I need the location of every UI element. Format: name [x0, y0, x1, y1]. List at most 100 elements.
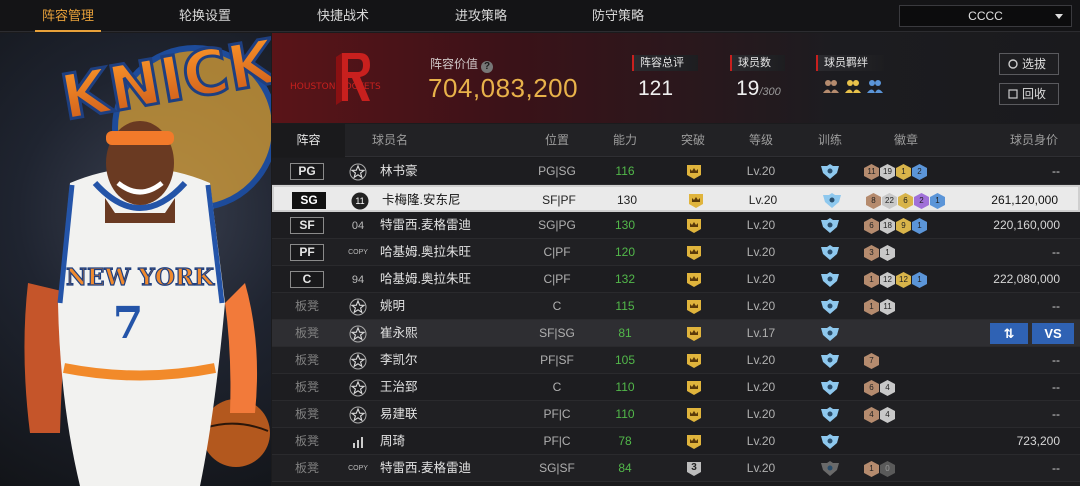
- col-breakthrough: 突破: [680, 133, 705, 147]
- table-row[interactable]: 板凳 李凯尔 PF|SF 105 Lv.20 7 --: [272, 347, 1080, 374]
- player-position: C: [552, 299, 562, 313]
- badge-medals[interactable]: 44: [864, 407, 895, 423]
- player-position: SF|SG: [539, 326, 575, 340]
- crown-icon[interactable]: [685, 326, 703, 342]
- medal-bronze-icon: 4: [864, 407, 879, 423]
- blue-chem-icon: [867, 80, 883, 93]
- tab-defense-strategy[interactable]: 防守策略: [563, 0, 673, 32]
- training-icon[interactable]: [822, 193, 842, 208]
- training-icon[interactable]: [820, 461, 840, 476]
- crown-icon[interactable]: [685, 299, 703, 315]
- crown-icon[interactable]: [685, 272, 703, 288]
- tab-lineup-management[interactable]: 阵容管理: [13, 0, 123, 32]
- player-rating: 110: [615, 380, 635, 394]
- badge-medals[interactable]: 1 11: [864, 299, 895, 315]
- col-rating: 能力: [612, 133, 637, 147]
- table-row[interactable]: 板凳 易建联 PF|C 110 Lv.20 4 4 --: [272, 401, 1080, 428]
- player-name[interactable]: 哈基姆.奥拉朱旺: [380, 266, 471, 293]
- player-name[interactable]: 特雷西.麦格雷迪: [380, 212, 471, 239]
- training-icon[interactable]: [820, 434, 840, 449]
- table-row[interactable]: PF COPY 哈基姆.奥拉朱旺 C|PF 120 Lv.20 3 1 --: [272, 239, 1080, 266]
- training-icon[interactable]: [820, 245, 840, 260]
- medal-blue-icon: 1: [912, 218, 927, 234]
- crown-icon[interactable]: [685, 407, 703, 423]
- player-name[interactable]: 李凯尔: [380, 347, 418, 374]
- player-name[interactable]: 王治郅: [380, 374, 418, 401]
- table-row[interactable]: 板凳 崔永熙 SF|SG 81 Lv.17 ⇅ VS: [272, 320, 1080, 347]
- chemistry-icons[interactable]: [816, 77, 884, 95]
- crown-icon[interactable]: [685, 434, 703, 450]
- training-icon[interactable]: [820, 353, 840, 368]
- table-header: 阵容 球员名 位置 能力 突破 等级 训练 徽章 球员身价: [272, 124, 1080, 157]
- crown-icon[interactable]: [687, 193, 705, 209]
- player-rating: 81: [618, 326, 632, 340]
- table-row[interactable]: 板凳 姚明 C 115 Lv.20 1 11 --: [272, 293, 1080, 320]
- player-name[interactable]: 哈基姆.奥拉朱旺: [380, 239, 471, 266]
- table-row[interactable]: SG 11 卡梅隆.安东尼 SF|PF 130 Lv.20 8 22 6 2 1 261,120,00…: [272, 185, 1080, 212]
- badge-medals[interactable]: 31: [864, 245, 895, 261]
- badge-medals[interactable]: 7: [864, 353, 879, 369]
- crown-icon[interactable]: [685, 164, 703, 180]
- table-row[interactable]: 板凳 周琦 PF|C 78 Lv.20 723,200: [272, 428, 1080, 455]
- badge-medals[interactable]: 1 12 12 1: [864, 272, 927, 288]
- player-position: C|PF: [543, 272, 571, 286]
- player-name[interactable]: 易建联: [380, 401, 418, 428]
- training-icon[interactable]: [820, 218, 840, 233]
- bronze-chem-icon: [823, 80, 839, 93]
- badge-medals[interactable]: 10: [864, 461, 895, 477]
- crown-icon[interactable]: [685, 218, 703, 234]
- training-icon[interactable]: [820, 272, 840, 287]
- player-name[interactable]: 姚明: [380, 293, 405, 320]
- training-icon[interactable]: [820, 380, 840, 395]
- bench-slot: 板凳: [294, 407, 319, 421]
- crown-icon[interactable]: [685, 245, 703, 261]
- player-name[interactable]: 崔永熙: [380, 320, 418, 347]
- player-position: C|PF: [543, 245, 571, 259]
- col-training: 训练: [817, 133, 842, 147]
- training-icon[interactable]: [820, 407, 840, 422]
- select-button[interactable]: 选拔: [999, 53, 1059, 75]
- crown-icon[interactable]: [685, 353, 703, 369]
- table-row[interactable]: PG 林书豪 PG|SG 116 Lv.20 11 19 1 2 --: [272, 158, 1080, 185]
- badge-medals[interactable]: 6 18 9 1: [864, 218, 927, 234]
- player-name[interactable]: 林书豪: [380, 158, 418, 185]
- table-row[interactable]: C 94 哈基姆.奥拉朱旺 C|PF 132 Lv.20 1 12 12 1 222,080,000: [272, 266, 1080, 293]
- compare-vs-button[interactable]: VS: [1032, 323, 1074, 344]
- player-level: Lv.20: [748, 193, 778, 207]
- recycle-button[interactable]: 回收: [999, 83, 1059, 105]
- player-name[interactable]: 周琦: [380, 428, 405, 455]
- breakthrough-level[interactable]: 3: [685, 461, 703, 477]
- player-rating: 120: [614, 245, 636, 259]
- player-name[interactable]: 卡梅隆.安东尼: [382, 187, 460, 214]
- badge-medals[interactable]: 8 22 6 2 1: [866, 193, 945, 209]
- player-rating: 78: [618, 434, 632, 448]
- training-icon[interactable]: [820, 299, 840, 314]
- training-icon[interactable]: [820, 326, 840, 341]
- player-position: PG|SG: [538, 164, 576, 178]
- bench-slot: 板凳: [294, 326, 319, 340]
- recycle-icon: [1008, 89, 1018, 99]
- swap-button[interactable]: ⇅: [990, 323, 1028, 344]
- table-row[interactable]: 板凳 王治郅 C 110 Lv.20 6 4 --: [272, 374, 1080, 401]
- medal-gold-icon: 1: [896, 164, 911, 180]
- tab-rotation-settings[interactable]: 轮换设置: [150, 0, 260, 32]
- player-name[interactable]: 特雷西.麦格雷迪: [380, 455, 471, 482]
- table-row[interactable]: 板凳 COPY 特雷西.麦格雷迪 SG|SF 84 3 Lv.20 1 0 --: [272, 455, 1080, 482]
- top-nav: 阵容管理 轮换设置 快捷战术 进攻策略 防守策略 CCCC: [0, 0, 1080, 32]
- player-value: 222,080,000: [993, 272, 1060, 286]
- medal-silver-icon: 12: [880, 272, 895, 288]
- player-level: Lv.20: [746, 272, 776, 286]
- crown-icon[interactable]: [685, 380, 703, 396]
- bars-icon: [349, 433, 367, 451]
- table-row[interactable]: SF 04 特雷西.麦格雷迪 SG|PG 130 Lv.20 6 18 9 1 220,160,00…: [272, 212, 1080, 239]
- badge-medals[interactable]: 64: [864, 380, 895, 396]
- training-icon[interactable]: [820, 164, 840, 179]
- badge-medals[interactable]: 11 19 1 2: [864, 164, 927, 180]
- lineup-select[interactable]: CCCC: [899, 5, 1072, 27]
- lineup-select-value: CCCC: [968, 9, 1003, 23]
- help-icon[interactable]: ?: [481, 61, 494, 73]
- medal-silver-icon: 18: [880, 218, 895, 234]
- player-position: PF|C: [543, 434, 571, 448]
- tab-offense-strategy[interactable]: 进攻策略: [426, 0, 536, 32]
- tab-quick-tactics[interactable]: 快捷战术: [288, 0, 398, 32]
